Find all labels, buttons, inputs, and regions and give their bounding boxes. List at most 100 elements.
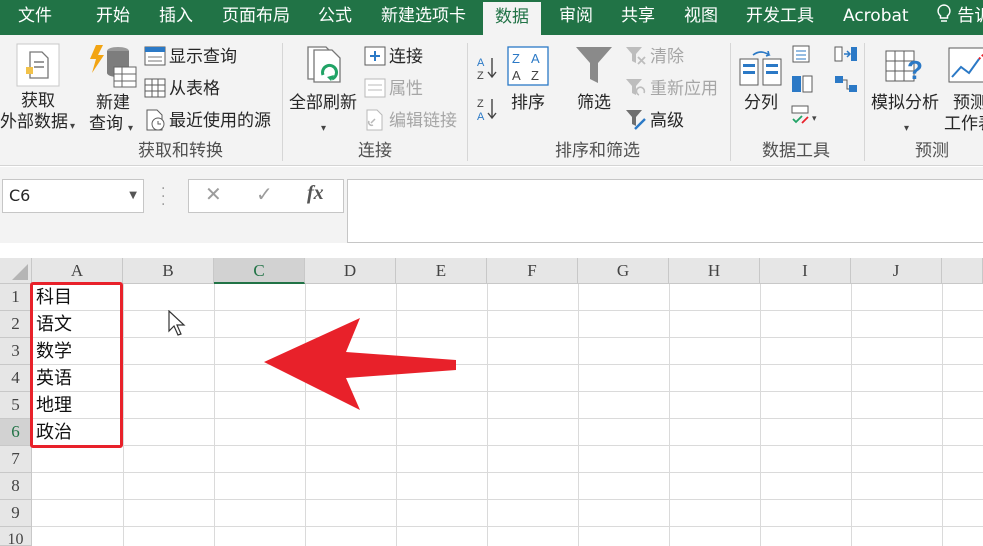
red-arrow-annotation — [264, 318, 456, 410]
row-header-8[interactable]: 8 — [0, 473, 32, 500]
column-header-d[interactable]: D — [305, 258, 396, 284]
advanced-label: 高级 — [650, 111, 684, 131]
svg-text:A: A — [477, 57, 485, 69]
tab-developer[interactable]: 开发工具 — [746, 0, 814, 35]
new-query-label-2: 查询 — [89, 114, 123, 134]
column-header-k[interactable] — [942, 258, 983, 284]
gridline — [760, 284, 761, 546]
row-header-10[interactable]: 10 — [0, 527, 32, 546]
ribbon-data: 获取 外部数据 ▾ 新建 查询 ▾ 显示查询 从表格 最近使用的源 获取和转换 … — [0, 35, 983, 166]
column-header-h[interactable]: H — [669, 258, 760, 284]
row-header-2[interactable]: 2 — [0, 311, 32, 338]
tab-data[interactable]: 数据 — [483, 0, 541, 35]
tab-acrobat[interactable]: Acrobat — [843, 0, 909, 35]
ribbon-tab-bar: 文件 开始 插入 页面布局 公式 新建选项卡 数据 审阅 共享 视图 开发工具 … — [0, 0, 983, 35]
relationships-icon[interactable] — [834, 75, 858, 93]
forecast-sheet-label-2: 工作表 — [944, 114, 983, 134]
group-label-get-transform: 获取和转换 — [138, 141, 223, 161]
chevron-down-icon: ▾ — [128, 123, 134, 134]
new-query-icon — [90, 45, 137, 88]
row-header-9[interactable]: 9 — [0, 500, 32, 527]
column-header-b[interactable]: B — [123, 258, 214, 284]
row-header-6[interactable]: 6 — [0, 419, 32, 446]
column-header-f[interactable]: F — [487, 258, 578, 284]
tab-file[interactable]: 文件 — [18, 0, 52, 35]
row-header-3[interactable]: 3 — [0, 338, 32, 365]
enter-check-icon[interactable]: ✓ — [256, 182, 273, 206]
formula-buttons: ✕ ✓ fx — [188, 179, 344, 213]
data-validation-icon[interactable]: ▾ — [791, 105, 821, 125]
tab-view[interactable]: 视图 — [684, 0, 718, 35]
consolidate-icon[interactable] — [834, 45, 858, 63]
reapply-icon — [626, 79, 646, 96]
svg-text:A: A — [477, 111, 485, 122]
column-header-j[interactable]: J — [851, 258, 942, 284]
svg-text:Z: Z — [512, 51, 520, 66]
svg-text:?: ? — [907, 55, 923, 85]
tab-new-tab[interactable]: 新建选项卡 — [381, 0, 466, 35]
row-header-1[interactable]: 1 — [0, 284, 32, 311]
gridline — [32, 472, 983, 473]
mouse-pointer-icon — [168, 310, 186, 336]
chevron-down-icon: ▾ — [904, 123, 910, 134]
gridline — [123, 284, 124, 546]
gridline — [32, 445, 983, 446]
group-divider — [730, 43, 731, 161]
gridline — [942, 284, 943, 546]
drag-handle-icon[interactable]: · · · — [161, 182, 165, 212]
get-external-label-1: 获取 — [21, 91, 55, 111]
sort-icon: Z A A Z — [507, 46, 549, 86]
svg-text:Z: Z — [477, 70, 484, 81]
column-header-g[interactable]: G — [578, 258, 669, 284]
gridline — [578, 284, 579, 546]
flash-fill-icon[interactable] — [791, 45, 813, 63]
tab-page-layout[interactable]: 页面布局 — [222, 0, 290, 35]
refresh-all-label: 全部刷新 — [289, 93, 357, 113]
column-header-e[interactable]: E — [396, 258, 487, 284]
column-header-c[interactable]: C — [214, 258, 305, 284]
table-icon — [144, 78, 166, 98]
show-queries-icon — [144, 46, 166, 66]
filter-funnel-icon — [576, 47, 612, 83]
row-header-5[interactable]: 5 — [0, 392, 32, 419]
row-header-7[interactable]: 7 — [0, 446, 32, 473]
remove-duplicates-icon[interactable] — [791, 75, 813, 93]
tab-share[interactable]: 共享 — [621, 0, 655, 35]
chevron-down-icon: ▾ — [321, 123, 327, 134]
select-all-corner[interactable] — [0, 258, 32, 284]
forecast-sheet-label-1: 预测 — [953, 93, 983, 113]
highlight-box — [30, 282, 123, 448]
connections-icon — [364, 46, 386, 66]
excel-window: { "tabs": [ {"label": "文件"}, {"label": "… — [0, 0, 983, 546]
formula-input[interactable] — [347, 179, 983, 243]
row-header-4[interactable]: 4 — [0, 365, 32, 392]
new-query-label-1: 新建 — [96, 93, 130, 113]
get-external-label-2: 外部数据 — [0, 112, 68, 132]
chevron-down-icon[interactable]: ▼ — [129, 180, 137, 212]
cancel-icon[interactable]: ✕ — [205, 182, 222, 206]
name-box[interactable]: C6 ▼ — [2, 179, 144, 213]
name-box-value: C6 — [9, 186, 31, 205]
sort-label: 排序 — [511, 93, 545, 113]
advanced-filter-icon — [626, 110, 646, 130]
group-label-data-tools: 数据工具 — [762, 141, 830, 161]
column-header-i[interactable]: I — [760, 258, 851, 284]
tell-me-box[interactable]: 告诉 — [936, 0, 983, 35]
svg-text:▾: ▾ — [812, 113, 817, 123]
filter-label: 筛选 — [577, 93, 611, 113]
svg-text:A: A — [531, 51, 540, 66]
tab-insert[interactable]: 插入 — [159, 0, 193, 35]
column-header-a[interactable]: A — [32, 258, 123, 284]
chevron-down-icon: ▾ — [70, 121, 76, 132]
tab-formulas[interactable]: 公式 — [318, 0, 352, 35]
worksheet-grid[interactable]: A B C D E F G H I J 1 2 3 4 5 6 7 8 9 10 — [0, 258, 983, 546]
group-divider — [282, 43, 283, 161]
what-if-label: 模拟分析 — [871, 93, 939, 113]
group-label-forecast: 预测 — [915, 141, 949, 161]
tab-review[interactable]: 审阅 — [559, 0, 593, 35]
insert-function-icon[interactable]: fx — [307, 182, 324, 205]
tab-home[interactable]: 开始 — [96, 0, 130, 35]
select-all-triangle-icon — [12, 264, 28, 280]
gridline — [32, 526, 983, 527]
gridline — [32, 364, 983, 365]
